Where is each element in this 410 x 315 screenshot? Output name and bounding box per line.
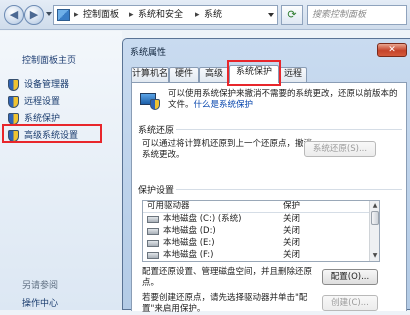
system-restore-button[interactable]: 系统还原(S)... — [304, 141, 376, 157]
forward-arrow-icon: ▶ — [29, 8, 39, 21]
left-pane: 控制面板主页 设备管理器 远程设置 系统保护 高级系统设置 另请参阅 操作中心 — [0, 31, 122, 310]
sidebar-item-label: 远程设置 — [24, 97, 61, 107]
system-restore-heading: 系统还原 — [138, 126, 175, 136]
history-dropdown-icon[interactable] — [46, 12, 52, 16]
system-protection-icon — [140, 91, 162, 111]
action-center-link[interactable]: 操作中心 — [22, 296, 58, 309]
intro-text: 可以使用系统保护来撤消不需要的系统更改，还原以前版本的文件。什么是系统保护 — [168, 89, 404, 111]
control-panel-home-link[interactable]: 控制面板主页 — [22, 53, 76, 66]
sidebar-item-label: 设备管理器 — [24, 80, 70, 90]
divider — [176, 129, 402, 130]
drive-name: 本地磁盘 (C:) (系统) — [163, 214, 242, 224]
drive-name: 本地磁盘 (D:) — [163, 226, 216, 236]
hard-drive-icon — [147, 228, 159, 235]
shield-icon — [8, 96, 19, 108]
configure-text: 配置还原设置、管理磁盘空间，并且删除还原点。 — [142, 267, 313, 288]
system-restore-text: 可以通过将计算机还原到上一个还原点，撤消系统更改。 — [142, 139, 313, 160]
drive-protection-status: 关闭 — [283, 214, 301, 224]
scroll-up-icon[interactable]: ▲ — [371, 202, 379, 210]
drive-protection-status: 关闭 — [283, 250, 301, 260]
table-row[interactable]: 本地磁盘 (E:) 关闭 — [143, 237, 369, 249]
configure-button[interactable]: 配置(O)... — [322, 269, 378, 285]
close-button[interactable]: ✕ — [377, 43, 407, 57]
protection-settings-heading: 保护设置 — [138, 186, 175, 196]
address-bar: ◀ ▶ ▸ 控制面板 ▸ 系统和安全 ▸ 系统 ⟳ 搜索控制面板 — [0, 0, 410, 30]
tab-remote[interactable]: 远程 — [279, 67, 307, 82]
system-protection-panel: 可以使用系统保护来撤消不需要的系统更改，还原以前版本的文件。什么是系统保护 系统… — [131, 82, 407, 314]
drive-list-scrollbar[interactable]: ▲ ▼ — [369, 201, 379, 261]
column-header-drives[interactable]: 可用驱动器 — [147, 201, 190, 212]
breadcrumb-item[interactable]: 系统 — [204, 8, 222, 22]
tab-advanced[interactable]: 高级 — [199, 67, 229, 82]
hard-drive-icon — [147, 252, 159, 259]
tab-highlight-box — [227, 60, 281, 86]
dialog-title: 系统属性 — [130, 48, 167, 58]
breadcrumb-separator-icon[interactable]: ▸ — [74, 8, 79, 22]
hard-drive-icon — [147, 216, 159, 223]
forward-button[interactable]: ▶ — [24, 5, 44, 25]
back-button[interactable]: ◀ — [4, 5, 24, 25]
see-also-heading: 另请参阅 — [22, 281, 59, 291]
scroll-thumb[interactable] — [371, 211, 379, 225]
refresh-icon: ⟳ — [287, 8, 297, 21]
table-row[interactable]: 本地磁盘 (C:) (系统) 关闭 — [143, 213, 369, 225]
refresh-button[interactable]: ⟳ — [281, 5, 303, 25]
breadcrumb-separator-icon[interactable]: ▸ — [195, 8, 200, 22]
drive-protection-status: 关闭 — [283, 226, 301, 236]
address-dropdown-icon[interactable] — [268, 13, 274, 17]
drive-name: 本地磁盘 (E:) — [163, 238, 215, 248]
close-icon: ✕ — [388, 45, 396, 55]
back-arrow-icon: ◀ — [9, 8, 19, 21]
divider — [176, 189, 402, 190]
tab-hardware[interactable]: 硬件 — [169, 67, 199, 82]
table-row[interactable]: 本地磁盘 (F:) 关闭 — [143, 249, 369, 261]
system-properties-dialog: 系统属性 ✕ 计算机名 硬件 高级 系统保护 远程 可以使用系统保护来撤消不需要… — [122, 38, 410, 314]
shield-icon — [8, 79, 19, 91]
table-row[interactable]: 本地磁盘 (D:) 关闭 — [143, 225, 369, 237]
create-text: 若要创建还原点，请先选择驱动器并单击"配置"来启用保护。 — [142, 293, 308, 314]
drive-name: 本地磁盘 (F:) — [163, 250, 214, 260]
search-input[interactable]: 搜索控制面板 — [307, 5, 407, 25]
drive-list-header: 可用驱动器 保护 — [143, 201, 369, 213]
tab-computer-name[interactable]: 计算机名 — [131, 67, 169, 82]
create-button[interactable]: 创建(C)... — [322, 295, 378, 311]
breadcrumb[interactable]: ▸ 控制面板 ▸ 系统和安全 ▸ 系统 — [53, 5, 278, 25]
sidebar-highlight-box — [2, 124, 102, 143]
breadcrumb-item[interactable]: 系统和安全 — [138, 8, 183, 22]
scroll-down-icon[interactable]: ▼ — [371, 252, 379, 260]
control-panel-icon — [57, 9, 70, 21]
drive-protection-status: 关闭 — [283, 238, 301, 248]
what-is-system-protection-link[interactable]: 什么是系统保护 — [194, 100, 254, 110]
hard-drive-icon — [147, 240, 159, 247]
breadcrumb-item[interactable]: 控制面板 — [83, 8, 119, 22]
column-header-protection[interactable]: 保护 — [283, 201, 300, 212]
breadcrumb-separator-icon[interactable]: ▸ — [129, 8, 134, 22]
drive-list[interactable]: 可用驱动器 保护 本地磁盘 (C:) (系统) 关闭 本地磁盘 (D:) 关闭 … — [142, 200, 380, 262]
